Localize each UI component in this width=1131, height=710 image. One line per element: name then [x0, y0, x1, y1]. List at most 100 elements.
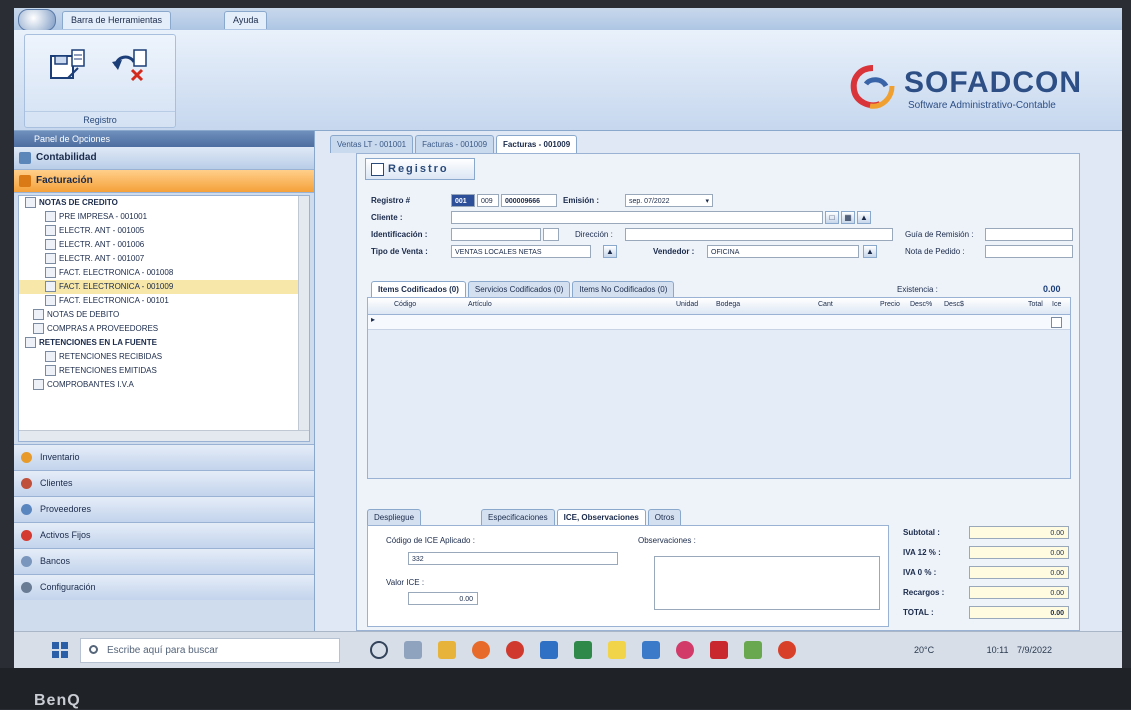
tree-node[interactable]: RETENCIONES RECIBIDAS	[19, 350, 309, 364]
nav-button-bancos[interactable]: Bancos	[14, 548, 314, 574]
ribbon-panel: Registro SOFADCON Software Administrativ…	[14, 30, 1122, 131]
card-button[interactable]: ▦	[841, 211, 855, 224]
col-total[interactable]: Total	[1028, 301, 1043, 308]
nav-button-configuracion[interactable]: Configuración	[14, 574, 314, 600]
valor-ice-field[interactable]: 0.00	[408, 592, 478, 605]
col-cant[interactable]: Cant	[818, 301, 833, 308]
tree-node-label: FACT. ELECTRONICA - 001008	[59, 268, 174, 277]
tab-servicios-codificados[interactable]: Servicios Codificados (0)	[467, 281, 571, 298]
tab-otros[interactable]: Otros	[647, 509, 682, 526]
col-ice[interactable]: Ice	[1052, 301, 1061, 308]
guia-field[interactable]	[985, 228, 1073, 241]
system-tray[interactable]: 20°C 10:11 7/9/2022	[914, 640, 1104, 660]
doc-tab-active[interactable]: Facturas - 001009	[496, 135, 578, 153]
col-desc-pct[interactable]: Desc%	[910, 301, 932, 308]
nav-group-label: Contabilidad	[36, 152, 97, 163]
tab-despliegue[interactable]: Despliegue	[367, 509, 422, 526]
anydesk-icon[interactable]	[710, 641, 728, 659]
col-desc-amount[interactable]: Desc$	[944, 301, 964, 308]
tree-horizontal-scrollbar[interactable]	[19, 430, 309, 441]
table-row[interactable]: ▸	[368, 315, 1070, 330]
nota-pedido-field[interactable]	[985, 245, 1073, 258]
tab-items-codificados[interactable]: Items Codificados (0)	[371, 281, 466, 298]
direccion-field[interactable]	[625, 228, 893, 241]
tree-vertical-scrollbar[interactable]	[298, 196, 309, 441]
save-record-button[interactable]	[43, 43, 93, 89]
col-unidad[interactable]: Unidad	[676, 301, 698, 308]
nav-group-facturacion[interactable]: Facturación	[14, 170, 314, 193]
nav-button-proveedores[interactable]: Proveedores	[14, 496, 314, 522]
search-vendedor-button[interactable]: ▲	[863, 245, 877, 258]
tree-node[interactable]: ELECTR. ANT - 001006	[19, 238, 309, 252]
tree-node-label: COMPRAS A PROVEEDORES	[47, 324, 159, 333]
vendedor-field[interactable]: OFICINA	[707, 245, 859, 258]
sofadcon-taskbar-icon[interactable]	[778, 641, 796, 659]
tree-node[interactable]: RETENCIONES EN LA FUENTE	[19, 336, 309, 350]
registro-serie1[interactable]: 001	[451, 194, 475, 207]
windows-start-icon[interactable]	[52, 642, 68, 658]
col-precio[interactable]: Precio	[880, 301, 900, 308]
observaciones-textarea[interactable]	[654, 556, 880, 610]
tab-items-no-codificados[interactable]: Items No Codificados (0)	[572, 281, 675, 298]
app-menu-button[interactable]	[18, 9, 56, 31]
tree-node[interactable]: ELECTR. ANT - 001007	[19, 252, 309, 266]
doc-tab[interactable]: Ventas LT - 001001	[330, 135, 414, 153]
ice-observaciones-panel: Código de ICE Aplicado : 332 Valor ICE :…	[367, 525, 889, 627]
tree-node[interactable]: FACT. ELECTRONICA - 00101	[19, 294, 309, 308]
tab-especificaciones[interactable]: Especificaciones	[481, 509, 555, 526]
cortana-icon[interactable]	[370, 641, 388, 659]
store-icon[interactable]	[642, 641, 660, 659]
nav-button-clientes[interactable]: Clientes	[14, 470, 314, 496]
emision-date-picker[interactable]: sep. 07/2022 ▾	[625, 194, 713, 207]
clients-icon	[21, 478, 32, 489]
firefox-icon[interactable]	[472, 641, 490, 659]
form-title-label: Registro	[388, 163, 449, 175]
document-button[interactable]: □	[825, 211, 839, 224]
codigo-ice-field[interactable]: 332	[408, 552, 618, 565]
tipo-venta-field[interactable]: VENTAS LOCALES NETAS	[451, 245, 591, 258]
cliente-field[interactable]	[451, 211, 823, 224]
col-codigo[interactable]: Código	[394, 301, 416, 308]
media-app-icon[interactable]	[676, 641, 694, 659]
nav-button-activos-fijos[interactable]: Activos Fijos	[14, 522, 314, 548]
tree-node[interactable]: COMPRAS A PROVEEDORES	[19, 322, 309, 336]
identificacion-field[interactable]	[451, 228, 541, 241]
tree-node[interactable]: RETENCIONES EMITIDAS	[19, 364, 309, 378]
items-grid[interactable]: Código Artículo Unidad Bodega Cant Preci…	[367, 297, 1071, 479]
taskbar-search-box[interactable]: Escribe aquí para buscar	[80, 638, 340, 663]
app-icon[interactable]	[744, 641, 762, 659]
task-view-icon[interactable]	[404, 641, 422, 659]
tree-node[interactable]: PRE IMPRESA - 001001	[19, 210, 309, 224]
facturacion-tree[interactable]: NOTAS DE CREDITO PRE IMPRESA - 001001 EL…	[18, 195, 310, 442]
form-title: Registro	[365, 158, 475, 180]
col-articulo[interactable]: Artículo	[468, 301, 492, 308]
nav-button-inventario[interactable]: Inventario	[14, 444, 314, 470]
identificacion-digit-field[interactable]	[543, 228, 559, 241]
excel-icon[interactable]	[574, 641, 592, 659]
file-explorer-icon[interactable]	[438, 641, 456, 659]
registro-serie2[interactable]: 009	[477, 194, 499, 207]
recargos-value[interactable]: 0.00	[969, 586, 1069, 599]
doc-tab[interactable]: Facturas - 001009	[415, 135, 495, 153]
tab-ayuda[interactable]: Ayuda	[224, 11, 268, 29]
registro-number[interactable]: 000009666	[501, 194, 557, 207]
tree-node[interactable]: COMPROBANTES I.V.A	[19, 378, 309, 392]
tab-barra-herramientas[interactable]: Barra de Herramientas	[62, 11, 172, 29]
nav-group-contabilidad[interactable]: Contabilidad	[14, 147, 314, 170]
ice-checkbox[interactable]	[1051, 317, 1062, 328]
tree-node[interactable]: NOTAS DE DEBITO	[19, 308, 309, 322]
tree-node-selected[interactable]: FACT. ELECTRONICA - 001009	[19, 280, 309, 294]
chevron-down-icon: ▾	[705, 198, 709, 205]
search-tipo-venta-button[interactable]: ▲	[603, 245, 617, 258]
tree-node[interactable]: ELECTR. ANT - 001005	[19, 224, 309, 238]
tab-ice-observaciones[interactable]: ICE, Observaciones	[556, 509, 646, 526]
details-tab-bar: Despliegue Especificaciones ICE, Observaci…	[367, 509, 683, 526]
col-bodega[interactable]: Bodega	[716, 301, 740, 308]
undo-cancel-button[interactable]	[105, 43, 155, 89]
word-icon[interactable]	[540, 641, 558, 659]
notes-icon[interactable]	[608, 641, 626, 659]
search-cliente-button[interactable]: ▲	[857, 211, 871, 224]
tree-node[interactable]: NOTAS DE CREDITO	[19, 196, 309, 210]
tree-node[interactable]: FACT. ELECTRONICA - 001008	[19, 266, 309, 280]
chrome-icon[interactable]	[506, 641, 524, 659]
